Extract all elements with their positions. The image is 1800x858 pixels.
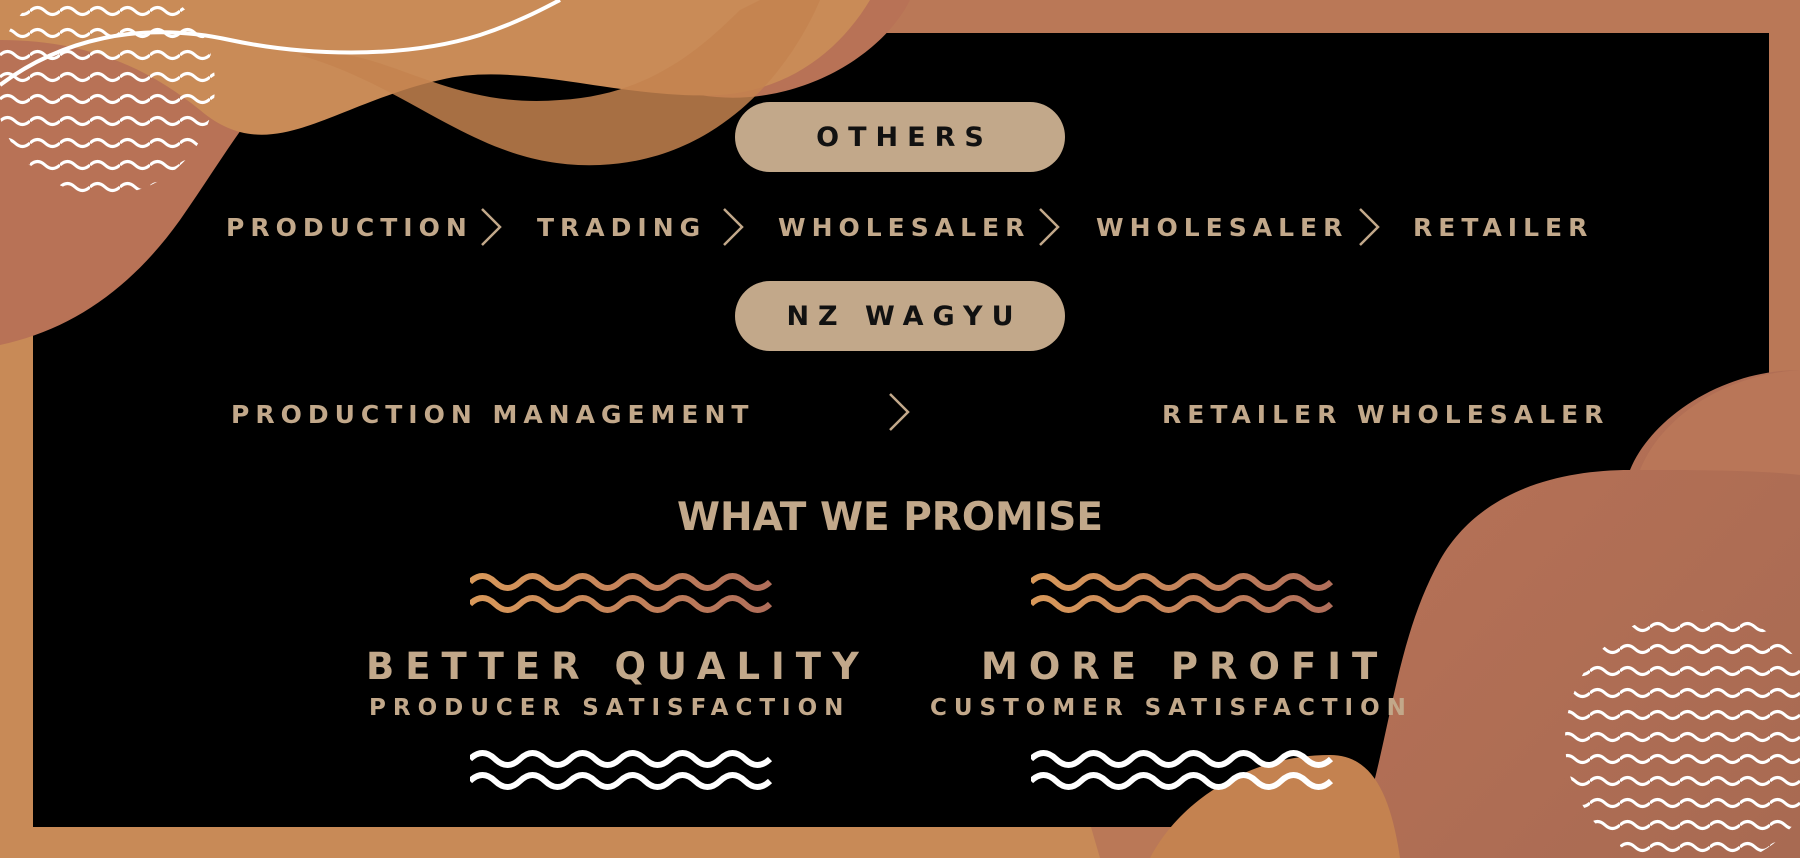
wave-lines-icon <box>470 750 772 790</box>
promise-item-title-better-quality: BETTER QUALITY <box>366 645 870 688</box>
nz-wagyu-step-retailer-wholesaler: RETAILER WHOLESALER <box>1162 400 1610 429</box>
promise-title: WHAT WE PROMISE <box>676 495 1104 540</box>
chevron-right-icon <box>1039 208 1060 246</box>
others-step-production: PRODUCTION <box>226 213 473 242</box>
promise-item-subtitle-producer-satisfaction: PRODUCER SATISFACTION <box>369 695 851 721</box>
nz-wagyu-pill: NZ WAGYU <box>735 281 1065 351</box>
promise-item-title-more-profit: MORE PROFIT <box>981 645 1389 688</box>
others-step-trading: TRADING <box>537 213 707 242</box>
others-step-wholesaler-2: WHOLESALER <box>1096 213 1349 242</box>
others-pill: OTHERS <box>735 102 1065 172</box>
wave-lines-icon <box>470 573 772 613</box>
slide: OTHERS PRODUCTION TRADING WHOLESALER WHO… <box>0 0 1800 858</box>
chevron-right-icon <box>723 208 744 246</box>
others-step-retailer: RETAILER <box>1413 213 1594 242</box>
promise-item-subtitle-customer-satisfaction: CUSTOMER SATISFACTION <box>930 695 1413 721</box>
wave-lines-icon <box>1031 750 1333 790</box>
chevron-right-icon <box>889 393 910 431</box>
others-step-wholesaler-1: WHOLESALER <box>778 213 1031 242</box>
chevron-right-icon <box>1359 208 1380 246</box>
wave-lines-icon <box>1031 573 1333 613</box>
chevron-right-icon <box>481 208 502 246</box>
nz-wagyu-step-production-management: PRODUCTION MANAGEMENT <box>231 400 755 429</box>
